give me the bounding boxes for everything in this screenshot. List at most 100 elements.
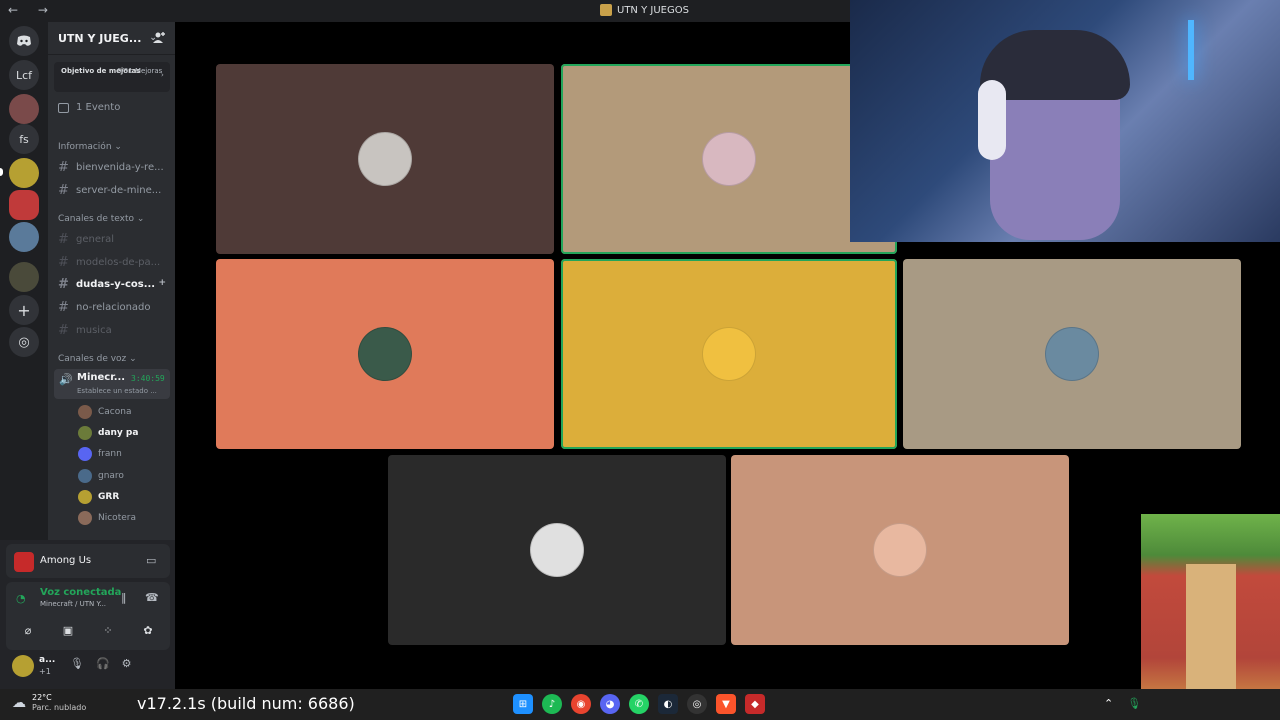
channel-musica[interactable]: # musica bbox=[58, 320, 170, 340]
category-label: Información bbox=[58, 142, 112, 152]
channel-server-de-minecraft[interactable]: # server-de-mine... bbox=[58, 180, 170, 200]
category-voice[interactable]: Canales de voz ⌄ bbox=[58, 354, 137, 364]
avatar bbox=[702, 327, 756, 381]
activity-card[interactable]: Among Us ▭ bbox=[6, 544, 170, 578]
participant-tile[interactable] bbox=[216, 259, 554, 449]
whatsapp-icon[interactable]: ✆ bbox=[629, 694, 649, 714]
microphone-tray-icon[interactable]: 🎙 bbox=[1127, 697, 1141, 710]
temperature: 22°C bbox=[32, 693, 52, 702]
channel-general[interactable]: # general bbox=[58, 229, 170, 249]
chevron-right-icon: › bbox=[161, 71, 164, 79]
server-folder[interactable] bbox=[9, 262, 39, 292]
discover-icon[interactable]: ◎ bbox=[9, 327, 39, 357]
events-link[interactable]: 1 Evento bbox=[58, 102, 120, 113]
avatar bbox=[78, 426, 92, 440]
headphones-icon[interactable]: 🎧 bbox=[96, 657, 110, 670]
avatar bbox=[78, 511, 92, 525]
window-title-text: UTN Y JUEGOS bbox=[617, 4, 689, 16]
connection-status[interactable]: Voz conectada bbox=[40, 587, 121, 598]
channel-label: no-relacionado bbox=[76, 301, 151, 313]
voice-user[interactable]: frann bbox=[78, 444, 122, 464]
chrome-icon[interactable]: ◉ bbox=[571, 694, 591, 714]
invite-icon[interactable] bbox=[152, 31, 166, 45]
build-version: v17.2.1s (build num: 6686) bbox=[137, 694, 355, 713]
steam-icon[interactable]: ◐ bbox=[658, 694, 678, 714]
cloud-icon: ☁ bbox=[12, 695, 26, 711]
category-text[interactable]: Canales de texto ⌄ bbox=[58, 214, 144, 224]
participant-tile[interactable] bbox=[388, 455, 726, 645]
channel-no-relacionado[interactable]: # no-relacionado bbox=[58, 297, 170, 317]
avatar bbox=[702, 132, 756, 186]
hash-icon: # bbox=[58, 276, 69, 292]
boost-goal[interactable]: Objetivo de mejoras 0/31 Mejoras › bbox=[54, 62, 170, 92]
voice-user[interactable]: Cacona bbox=[78, 402, 131, 422]
weather-widget[interactable]: ☁ 22°C Parc. nublado bbox=[12, 693, 86, 713]
gear-icon[interactable]: ⚙ bbox=[122, 657, 132, 670]
voice-user-name: dany pa bbox=[98, 428, 139, 438]
avatar bbox=[873, 523, 927, 577]
hash-icon: # bbox=[58, 322, 69, 338]
voice-status[interactable]: Establece un estado ... bbox=[77, 387, 157, 395]
avatar[interactable] bbox=[12, 655, 34, 677]
hash-icon: # bbox=[58, 299, 69, 315]
avatar bbox=[1045, 327, 1099, 381]
participant-tile[interactable] bbox=[731, 455, 1069, 645]
channel-bienvenida[interactable]: # bienvenida-y-re... bbox=[58, 157, 170, 177]
server-folder[interactable] bbox=[9, 222, 39, 252]
voice-user-name: gnaro bbox=[98, 471, 124, 481]
connection-detail[interactable]: Minecraft / UTN Y... bbox=[40, 600, 106, 608]
participant-tile[interactable] bbox=[216, 64, 554, 254]
channel-label: general bbox=[76, 233, 115, 245]
speaker-icon: 🔊 bbox=[59, 373, 73, 386]
windows-start-icon[interactable]: ⊞ bbox=[513, 694, 533, 714]
camera-off-icon[interactable]: ⌀ bbox=[12, 618, 44, 642]
chevron-up-icon[interactable]: ⌃ bbox=[1104, 697, 1113, 710]
guild-header[interactable]: UTN Y JUEG... ⌄ bbox=[48, 22, 175, 55]
participant-tile[interactable] bbox=[903, 259, 1241, 449]
hash-icon: # bbox=[58, 231, 69, 247]
microphone-icon[interactable]: 🎙 bbox=[70, 657, 84, 670]
soundboard-icon[interactable]: ✿ bbox=[132, 618, 164, 642]
invite-icon[interactable]: + bbox=[158, 278, 166, 288]
brave-icon[interactable]: ▼ bbox=[716, 694, 736, 714]
category-info[interactable]: Información ⌄ bbox=[58, 142, 122, 152]
discord-icon[interactable]: ◕ bbox=[600, 694, 620, 714]
participant-tile[interactable] bbox=[561, 64, 897, 254]
voice-channel-minecraft[interactable]: 🔊 Minecr... 3:40:59 Establece un estado … bbox=[54, 369, 170, 399]
activities-icon[interactable]: ⁘ bbox=[92, 618, 124, 642]
server-utn-y-juegos[interactable] bbox=[9, 190, 39, 220]
voice-user[interactable]: GRR bbox=[78, 487, 119, 507]
server-avatar[interactable] bbox=[9, 94, 39, 124]
among-us-taskbar-icon[interactable]: ◆ bbox=[745, 694, 765, 714]
voice-user[interactable]: gnaro bbox=[78, 466, 124, 486]
spotify-icon[interactable]: ♪ bbox=[542, 694, 562, 714]
channel-label: dudas-y-cos... bbox=[76, 278, 156, 290]
server-lcf[interactable]: Lcf bbox=[9, 60, 39, 90]
among-us-icon bbox=[14, 552, 34, 572]
signal-icon[interactable]: ◔ bbox=[16, 592, 26, 605]
headphones bbox=[978, 80, 1006, 160]
server-avatar[interactable] bbox=[9, 158, 39, 188]
add-server-icon[interactable]: + bbox=[9, 295, 39, 325]
channel-dudas[interactable]: # dudas-y-cos... + bbox=[58, 274, 170, 294]
server-fs[interactable]: fs bbox=[9, 124, 39, 154]
voice-user[interactable]: Nicotera bbox=[78, 508, 136, 528]
back-forward-icons[interactable]: ← → bbox=[8, 3, 56, 17]
hash-icon: # bbox=[58, 159, 69, 175]
voice-user[interactable]: dany pa bbox=[78, 423, 138, 443]
disconnect-icon[interactable]: ☎ bbox=[145, 591, 159, 604]
discord-home-icon[interactable] bbox=[9, 26, 39, 56]
screen-share-icon[interactable]: ▭ bbox=[146, 554, 156, 567]
noise-suppression-icon[interactable]: ‖ bbox=[121, 591, 127, 604]
avatar bbox=[78, 469, 92, 483]
obs-icon[interactable]: ◎ bbox=[687, 694, 707, 714]
channel-modelos[interactable]: # modelos-de-pa... bbox=[58, 252, 170, 272]
activity-name: Among Us bbox=[40, 555, 92, 566]
window-title: UTN Y JUEGOS bbox=[600, 4, 689, 16]
voice-user-name: Nicotera bbox=[98, 513, 136, 523]
server-icon bbox=[600, 4, 612, 16]
share-screen-icon[interactable]: ▣ bbox=[52, 618, 84, 642]
participant-tile[interactable] bbox=[561, 259, 897, 449]
system-tray[interactable]: ⌃ 🎙 bbox=[1104, 697, 1141, 710]
user-info[interactable]: a... +1 🎙 🎧 ⚙ bbox=[6, 652, 170, 686]
